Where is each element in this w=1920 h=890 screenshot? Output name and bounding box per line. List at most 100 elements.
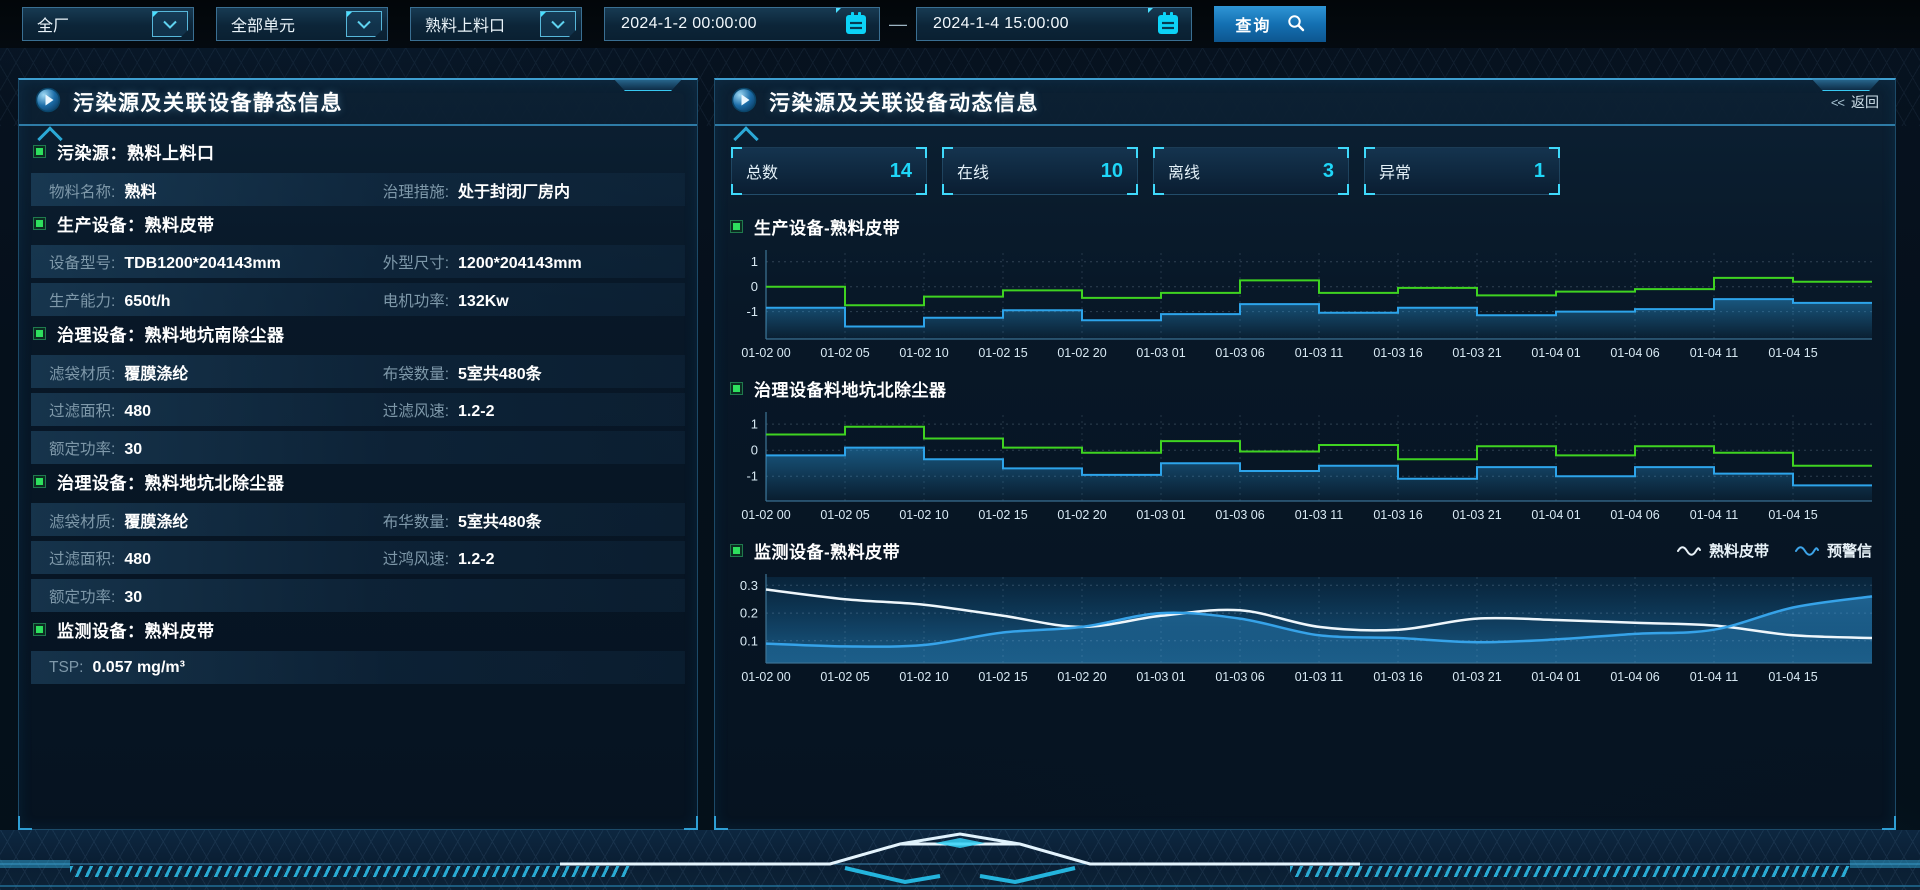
svg-text:1: 1 (751, 254, 758, 269)
field-label: 设备型号: (49, 251, 115, 273)
query-button-label: 查询 (1235, 12, 1271, 36)
legend-item-warning[interactable]: 预警信 (1795, 540, 1872, 561)
table-row: 过滤面积:480过鸿风速:1.2-2 (31, 541, 685, 574)
section-header-label: 治理设备：熟料地坑北除尘器 (57, 469, 285, 494)
field-value: 132Kw (458, 293, 509, 311)
section-header: 生产设备：熟料皮带 (19, 206, 697, 240)
legend-item-belt[interactable]: 熟料皮带 (1677, 540, 1769, 561)
back-button[interactable]: << 返回 (1831, 92, 1879, 112)
table-row: 生产能力:650t/h电机功率: 132Kw (31, 283, 685, 316)
start-datetime-input[interactable]: 2024-1-2 00:00:00 (604, 7, 880, 41)
svg-text:0.1: 0.1 (740, 633, 758, 648)
field-label: 物料名称: (49, 180, 115, 202)
play-icon (731, 87, 757, 118)
field-label: 额定功率: (49, 585, 115, 607)
svg-text:01-04 11: 01-04 11 (1690, 670, 1738, 684)
field-cell: 生产能力:650t/h (49, 289, 383, 311)
svg-text:01-02 00: 01-02 00 (741, 670, 790, 684)
svg-text:0.3: 0.3 (740, 578, 758, 593)
field-cell: 治理措施:处于封闭厂房内 (383, 178, 667, 202)
corner-bracket (714, 816, 728, 830)
svg-text:01-02 10: 01-02 10 (899, 670, 948, 684)
corner-bracket (684, 816, 698, 830)
field-label: 过滤面积: (49, 547, 115, 569)
footer-ornament (0, 830, 1920, 890)
section-header-label: 监测设备：熟料皮带 (57, 617, 215, 642)
field-cell: 布华数量:5室共480条 (383, 508, 667, 532)
field-value: 覆膜涤纶 (124, 508, 188, 532)
table-row: 设备型号:TDB1200*204143mm外型尺寸:1200*204143mm (31, 245, 685, 278)
green-square-icon (33, 327, 46, 340)
svg-text:01-03 06: 01-03 06 (1215, 346, 1264, 360)
field-cell: 额定功率: 30 (49, 437, 383, 459)
field-label: 额定功率: (49, 437, 115, 459)
corner-bracket (942, 184, 953, 195)
field-cell: 过滤面积: 480 (49, 547, 383, 569)
svg-text:01-04 01: 01-04 01 (1531, 670, 1580, 684)
range-separator: — (880, 14, 916, 35)
chart-treatment-equipment: 10-101-02 0001-02 0501-02 1001-02 1501-0… (730, 407, 1882, 525)
svg-text:01-02 15: 01-02 15 (978, 508, 1027, 522)
chevron-down-icon[interactable] (540, 11, 576, 37)
wavy-line-icon (1677, 544, 1701, 556)
svg-text:01-02 05: 01-02 05 (820, 508, 869, 522)
table-row: 滤袋材质:覆膜涤纶布袋数量:5室共480条 (31, 355, 685, 388)
svg-text:01-03 11: 01-03 11 (1295, 346, 1343, 360)
chart-title-treatment: 治理设备料地坑北除尘器 (730, 363, 1880, 407)
field-value: 30 (124, 441, 142, 459)
field-cell: 布袋数量:5室共480条 (383, 360, 667, 384)
corner-bracket (1338, 147, 1349, 158)
corner-bracket (1549, 147, 1560, 158)
field-value: 480 (124, 551, 151, 569)
chart-production-equipment: 10-101-02 0001-02 0501-02 1001-02 1501-0… (730, 245, 1882, 363)
dashboard-root: 全厂 全部单元 熟料上料口 2024-1-2 00:00:00 (0, 0, 1920, 890)
chevron-down-icon[interactable] (152, 11, 188, 37)
source-select[interactable]: 熟料上料口 (410, 7, 582, 41)
dynamic-panel-title: 污染源及关联设备动态信息 (769, 87, 1039, 117)
source-select-value: 熟料上料口 (425, 12, 505, 36)
query-button[interactable]: 查询 (1214, 6, 1326, 42)
svg-text:01-04 11: 01-04 11 (1690, 346, 1738, 360)
calendar-icon[interactable] (1150, 10, 1186, 38)
table-row: TSP:0.057 mg/m³ (31, 651, 685, 684)
svg-text:01-03 16: 01-03 16 (1373, 508, 1422, 522)
plant-select[interactable]: 全厂 (22, 7, 194, 41)
section-header: 污染源：熟料上料口 (19, 134, 697, 168)
field-label: 布袋数量: (383, 362, 449, 384)
calendar-icon[interactable] (838, 10, 874, 38)
corner-bracket (1364, 147, 1375, 158)
corner-bracket (1127, 147, 1138, 158)
table-row: 物料名称:熟料治理措施:处于封闭厂房内 (31, 173, 685, 206)
dynamic-info-panel: 污染源及关联设备动态信息 << 返回 总数14在线10离线3异常1 生产设备-熟… (714, 78, 1896, 830)
table-row: 额定功率: 30 (31, 431, 685, 464)
svg-text:01-03 01: 01-03 01 (1136, 670, 1185, 684)
end-datetime-input[interactable]: 2024-1-4 15:00:00 (916, 7, 1192, 41)
svg-text:01-03 06: 01-03 06 (1215, 508, 1264, 522)
field-label: 滤袋材质: (49, 362, 115, 384)
svg-text:01-03 16: 01-03 16 (1373, 670, 1422, 684)
svg-text:01-04 15: 01-04 15 (1768, 508, 1817, 522)
chevron-down-icon[interactable] (346, 11, 382, 37)
field-value: 480 (124, 403, 151, 421)
section-header: 治理设备：熟料地坑北除尘器 (19, 464, 697, 498)
section-header-label: 治理设备：熟料地坑南除尘器 (57, 321, 285, 346)
svg-text:0: 0 (751, 443, 758, 458)
stat-value: 14 (890, 160, 912, 183)
svg-text:01-04 15: 01-04 15 (1768, 670, 1817, 684)
svg-text:01-02 15: 01-02 15 (978, 346, 1027, 360)
field-label: 电机功率: (383, 289, 449, 311)
svg-text:01-02 05: 01-02 05 (820, 346, 869, 360)
field-cell: 物料名称:熟料 (49, 178, 383, 202)
svg-text:01-02 20: 01-02 20 (1057, 670, 1106, 684)
corner-bracket (731, 184, 742, 195)
svg-text:01-03 21: 01-03 21 (1452, 670, 1501, 684)
search-icon (1287, 14, 1305, 35)
static-panel-title: 污染源及关联设备静态信息 (73, 87, 343, 117)
svg-text:01-03 11: 01-03 11 (1295, 670, 1343, 684)
unit-select-value: 全部单元 (231, 12, 295, 36)
field-value: 0.057 mg/m³ (92, 659, 184, 677)
green-square-icon (33, 217, 46, 230)
svg-text:01-04 01: 01-04 01 (1531, 346, 1580, 360)
field-label: 生产能力: (49, 289, 115, 311)
unit-select[interactable]: 全部单元 (216, 7, 388, 41)
